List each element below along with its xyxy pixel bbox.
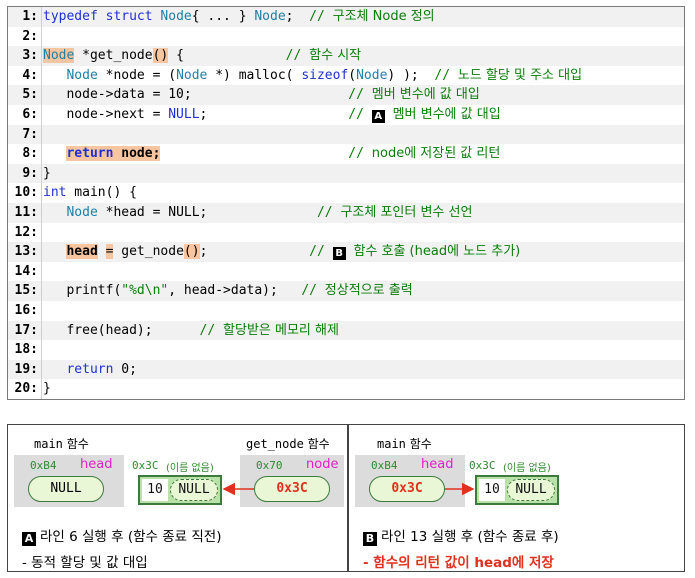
head-value-cell-b: 0x3C: [369, 476, 445, 502]
heap-node-next: NULL: [170, 479, 218, 501]
code-text: printf("%d\n", head->data); // 정상적으로 출력: [43, 283, 413, 299]
line-number: 1:: [22, 9, 38, 24]
code-line: 17: free(head); // 할당받은 메모리 해제: [8, 320, 684, 341]
line-number: 19:: [14, 361, 38, 377]
marker-a-badge: A: [22, 532, 36, 546]
code-line: 16:: [8, 301, 684, 321]
code-line: 12:: [8, 222, 684, 243]
code-text: }: [43, 381, 51, 397]
code-line: 3: Node *get_node() { // 함수 시작: [8, 46, 684, 67]
line-number: 8:: [22, 146, 38, 162]
marker-b-badge: B: [363, 532, 377, 546]
line-number: 4:: [22, 67, 38, 83]
node-address: 0x70: [256, 459, 283, 472]
code-line: 15: printf("%d\n", head->data); // 정상적으로…: [8, 281, 684, 302]
node-value-cell: 0x3C: [254, 476, 330, 502]
code-text: node->data = 10; // 멤버 변수에 값 대입: [43, 87, 480, 103]
code-line: 20:}: [8, 379, 684, 399]
line-number: 3:: [22, 48, 38, 64]
line-number: 11:: [14, 205, 38, 220]
code-text: head = get_node(); // B 함수 호출 (head에 노드 …: [66, 244, 521, 261]
code-text: return 0;: [66, 361, 137, 377]
diagram-panel-b: main 함수 0xB4 head 0x3C 0x3C (이름 없음) 10 N…: [348, 424, 685, 572]
code-text: Node *node = (Node *) malloc( sizeof(Nod…: [66, 67, 583, 83]
line-number: 14:: [14, 263, 38, 279]
line-number: 12:: [14, 224, 38, 240]
code-line: 9:}: [8, 163, 684, 184]
line-number: 17:: [14, 322, 38, 338]
line-number: 7:: [22, 126, 38, 142]
line-number: 6:: [22, 107, 38, 122]
code-line: 14:: [8, 261, 684, 282]
main-function-label: main 함수: [34, 437, 89, 451]
head-value-cell: NULL: [28, 476, 104, 502]
code-listing: 1: typedef struct Node{ ... } Node; // 구조…: [7, 6, 685, 400]
note-a: - 동적 할당 및 값 대입: [22, 555, 148, 571]
code-line: 13: head = get_node(); // B 함수 호출 (head에…: [8, 242, 684, 263]
code-text: free(head); // 할당받은 메모리 해제: [43, 322, 339, 338]
get-node-function-label: get_node 함수: [246, 437, 330, 451]
code-text: return node; // node에 저장된 값 리턴: [66, 146, 501, 162]
code-text: typedef struct Node{ ... } Node; // 구조체 …: [43, 9, 435, 24]
code-line: 7:: [8, 124, 684, 145]
main-function-label-b: main 함수: [377, 437, 432, 451]
code-line: 11: Node *head = NULL; // 구조체 포인터 변수 선언: [8, 203, 684, 223]
line-number: 2:: [22, 28, 38, 44]
diagram-panel-a: main 함수 get_node 함수 0xB4 head NULL 0x3C …: [7, 424, 348, 572]
code-line: 6: node->next = NULL; // A 멤버 변수에 값 대입: [8, 105, 684, 125]
line-number: 18:: [14, 342, 38, 358]
pointer-arrow-node-to-heap: [222, 482, 254, 496]
line-number: 9:: [22, 165, 38, 181]
code-text: }: [43, 165, 51, 181]
line-number-separator: [41, 7, 42, 399]
code-text: node->next = NULL; // A 멤버 변수에 값 대입: [43, 107, 501, 123]
code-text: Node *head = NULL; // 구조체 포인터 변수 선언: [66, 205, 473, 220]
line-number: 16:: [14, 303, 38, 318]
heap-node-address-b: 0x3C: [469, 459, 496, 472]
heap-node: 10 NULL: [138, 475, 222, 505]
heap-node-data: 10: [142, 479, 168, 501]
heap-node-b: 10 NULL: [475, 475, 559, 505]
line-number: 15:: [14, 283, 38, 299]
line-number: 13:: [14, 244, 38, 260]
head-address: 0xB4: [30, 459, 57, 472]
line-number: 5:: [22, 87, 38, 103]
heap-node-no-name-label-b: (이름 없음): [503, 463, 551, 474]
code-line: 1: typedef struct Node{ ... } Node; // 구조…: [8, 7, 684, 27]
code-line: 8: return node; // node에 저장된 값 리턴: [8, 144, 684, 165]
code-line: 19: return 0;: [8, 359, 684, 380]
head-address-b: 0xB4: [371, 459, 398, 472]
head-var-name: head: [80, 457, 113, 472]
caption-b: B 라인 13 실행 후 (함수 종료 후): [363, 525, 559, 546]
node-var-name: node: [306, 457, 339, 472]
head-var-name-b: head: [421, 457, 454, 472]
heap-node-next-b: NULL: [507, 479, 555, 501]
heap-node-data-b: 10: [479, 479, 505, 501]
code-line: 2:: [8, 26, 684, 47]
line-number: 20:: [14, 381, 38, 397]
caption-a: A 라인 6 실행 후 (함수 종료 직전): [22, 525, 222, 546]
code-text: Node *get_node() { // 함수 시작: [43, 48, 362, 64]
line-number: 10:: [14, 185, 38, 201]
heap-node-no-name-label: (이름 없음): [166, 463, 214, 474]
note-b: - 함수의 리턴 값이 head에 저장: [363, 555, 554, 571]
pointer-arrow-head-to-heap: [445, 482, 475, 496]
code-line: 4: Node *node = (Node *) malloc( sizeof(…: [8, 65, 684, 86]
code-text: int main() {: [43, 185, 137, 201]
code-line: 10: int main() {: [8, 183, 684, 204]
heap-node-address: 0x3C: [132, 459, 159, 472]
code-line: 5: node->data = 10; // 멤버 변수에 값 대입: [8, 85, 684, 106]
code-line: 18:: [8, 340, 684, 361]
